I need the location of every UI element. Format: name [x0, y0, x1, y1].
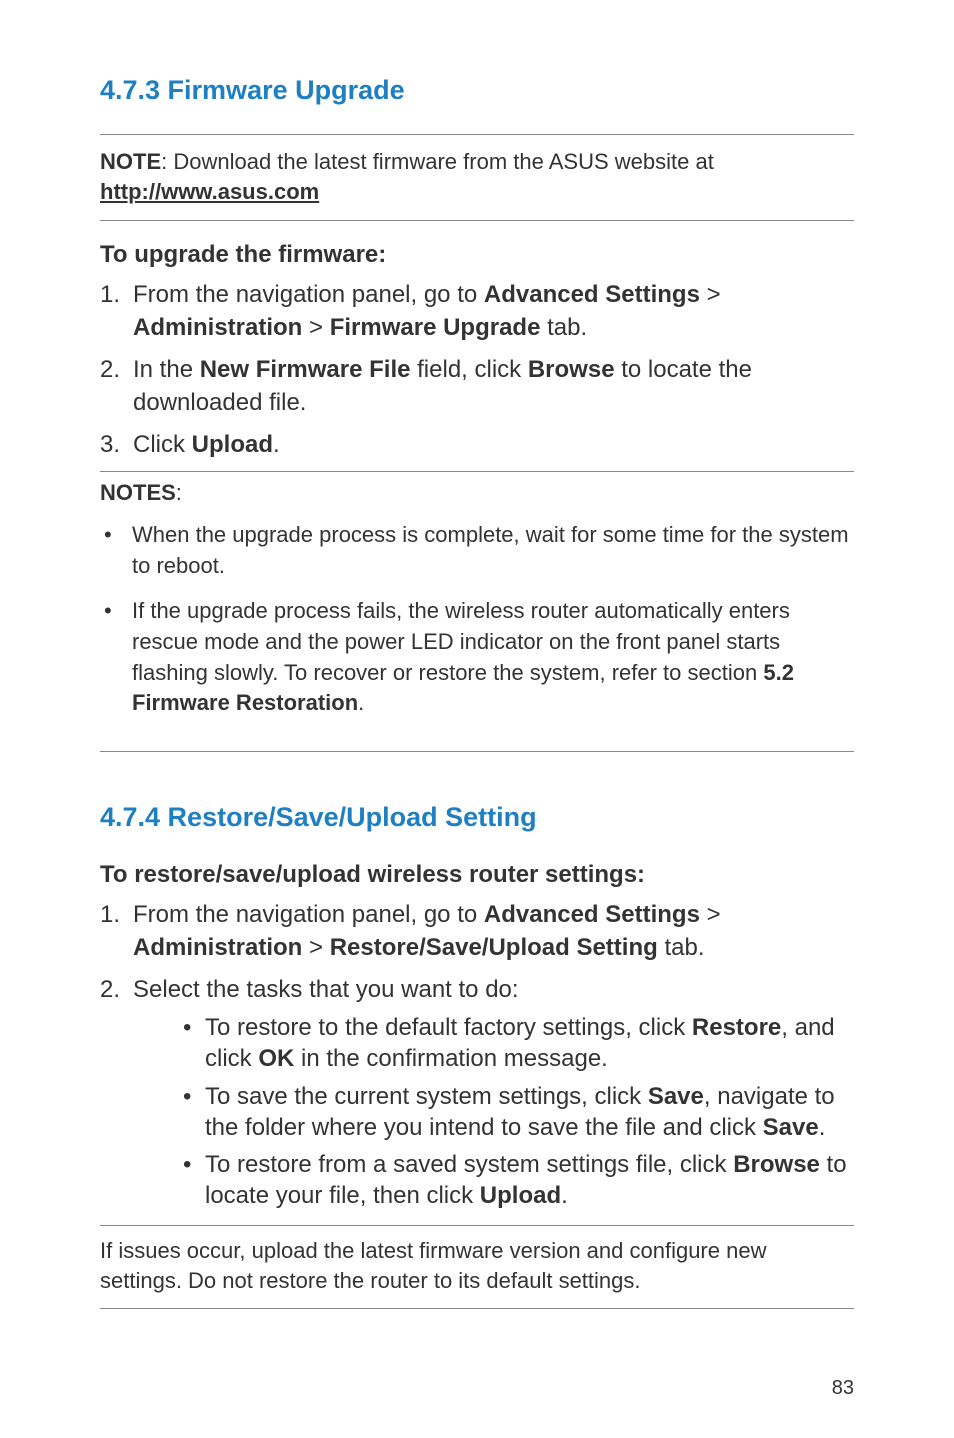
notes-label: NOTES [100, 480, 176, 505]
step-text: From the navigation panel, go to [133, 281, 484, 308]
note-item: If the upgrade process fails, the wirele… [132, 596, 854, 719]
step-text: tab. [658, 934, 705, 961]
subitem-bold: OK [258, 1045, 294, 1072]
step-bold: Administration [133, 934, 302, 961]
subitem-text: To restore to the default factory settin… [205, 1014, 692, 1041]
step-text: > [700, 281, 721, 308]
notes-colon: : [176, 480, 182, 505]
section-restore-save-upload: 4.7.4 Restore/Save/Upload Setting To res… [100, 802, 854, 1309]
note-text: If the upgrade process fails, the wirele… [132, 598, 790, 685]
note-text: When the upgrade process is complete, wa… [132, 522, 849, 578]
steps-list-restore: From the navigation panel, go to Advance… [100, 899, 854, 1211]
subitem-bold: Save [763, 1114, 819, 1141]
note-prefix: NOTE [100, 149, 161, 174]
subitem-text: . [819, 1114, 826, 1141]
subitem-bold: Upload [480, 1182, 561, 1209]
subitem-text: in the confirmation message. [294, 1045, 608, 1072]
step-text: field, click [410, 356, 527, 383]
subitem-bold: Save [648, 1083, 704, 1110]
subheading-restore: To restore/save/upload wireless router s… [100, 861, 854, 889]
notes-header: NOTES: [100, 471, 854, 506]
step-item: From the navigation panel, go to Advance… [100, 279, 854, 344]
subitem-text: To save the current system settings, cli… [205, 1083, 648, 1110]
note-box-download: NOTE: Download the latest firmware from … [100, 134, 854, 221]
note-text: . [358, 690, 364, 715]
step-bold: Advanced Settings [484, 281, 700, 308]
step-item: From the navigation panel, go to Advance… [100, 899, 854, 964]
step-bold: Restore/Save/Upload Setting [330, 934, 658, 961]
step-item: In the New Firmware File field, click Br… [100, 354, 854, 419]
sub-tasks-list: To restore to the default factory settin… [133, 1012, 854, 1211]
step-bold: New Firmware File [200, 356, 411, 383]
step-text: From the navigation panel, go to [133, 901, 484, 928]
page-number: 83 [832, 1377, 854, 1400]
subitem-text: . [561, 1182, 568, 1209]
subitem-bold: Restore [692, 1014, 781, 1041]
step-bold: Advanced Settings [484, 901, 700, 928]
step-text: . [273, 431, 280, 458]
step-text: Select the tasks that you want to do: [133, 976, 519, 1003]
notes-container: When the upgrade process is complete, wa… [100, 520, 854, 752]
sub-task-item: To save the current system settings, cli… [183, 1081, 854, 1143]
step-bold: Browse [528, 356, 615, 383]
note-text: : Download the latest firmware from the … [161, 149, 714, 174]
notes-list: When the upgrade process is complete, wa… [100, 520, 854, 719]
step-bold: Administration [133, 314, 302, 341]
step-text: > [302, 934, 329, 961]
section-heading-firmware-upgrade: 4.7.3 Firmware Upgrade [100, 75, 854, 106]
sub-task-item: To restore to the default factory settin… [183, 1012, 854, 1074]
step-text: In the [133, 356, 200, 383]
steps-list-firmware: From the navigation panel, go to Advance… [100, 279, 854, 461]
subitem-bold: Browse [733, 1151, 820, 1178]
note-link: http://www.asus.com [100, 179, 319, 204]
sub-task-item: To restore from a saved system settings … [183, 1149, 854, 1211]
step-text: Click [133, 431, 192, 458]
section-heading-restore: 4.7.4 Restore/Save/Upload Setting [100, 802, 854, 833]
footer-note: If issues occur, upload the latest firmw… [100, 1225, 854, 1308]
step-item: Click Upload. [100, 429, 854, 461]
step-item: Select the tasks that you want to do: To… [100, 974, 854, 1212]
subitem-text: To restore from a saved system settings … [205, 1151, 733, 1178]
note-item: When the upgrade process is complete, wa… [132, 520, 854, 582]
step-text: tab. [540, 314, 587, 341]
step-text: > [302, 314, 329, 341]
step-bold: Firmware Upgrade [330, 314, 541, 341]
step-text: > [700, 901, 721, 928]
step-bold: Upload [192, 431, 273, 458]
subheading-upgrade-firmware: To upgrade the firmware: [100, 241, 854, 269]
